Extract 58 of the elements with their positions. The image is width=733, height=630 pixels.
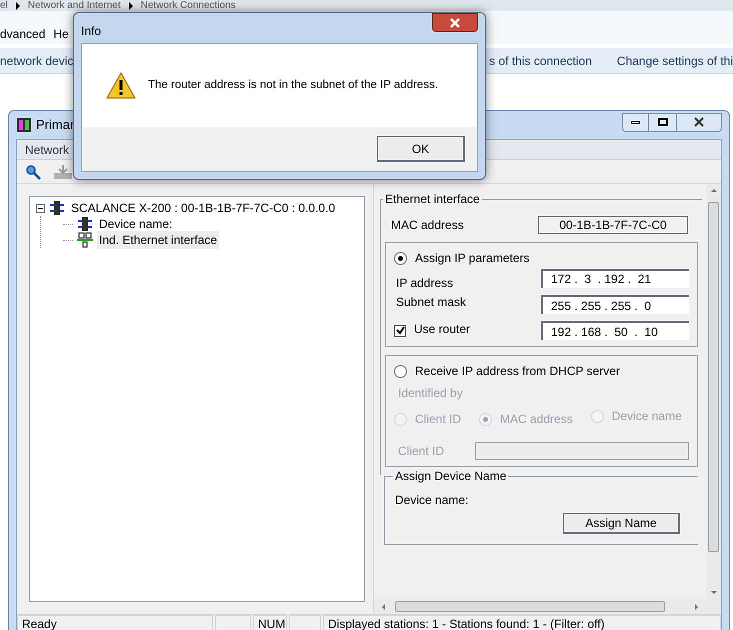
checkbox-label[interactable]: Use router	[414, 320, 470, 338]
radio-button[interactable]	[394, 252, 407, 264]
identified-by-label: Identified by	[397, 385, 464, 402]
ok-button[interactable]: OK	[377, 136, 465, 162]
warning-icon	[106, 72, 136, 99]
subnet-mask-field[interactable]: 255 . 255 . 255 . 0	[541, 295, 689, 314]
group-title: Assign Device Name	[394, 468, 508, 485]
ip-address-field[interactable]: 172 . 3 . 192 . 21	[541, 268, 689, 288]
vertical-scrollbar[interactable]	[706, 184, 721, 599]
checkbox[interactable]	[394, 324, 406, 336]
close-icon	[694, 117, 704, 127]
status-text: NUM	[253, 615, 287, 630]
field-label: Client ID	[397, 443, 444, 460]
tree-item[interactable]: Device name:	[97, 215, 174, 233]
field-label: Device name:	[394, 492, 470, 509]
toolbar-link[interactable]: s of this connection	[489, 52, 617, 70]
search-icon[interactable]	[25, 164, 41, 180]
scroll-left-icon[interactable]	[382, 604, 385, 610]
scroll-thumb[interactable]	[395, 601, 665, 612]
close-button[interactable]	[676, 112, 722, 132]
maximize-button[interactable]	[649, 112, 676, 132]
network-icon	[77, 232, 93, 248]
tree-item[interactable]: SCALANCE X-200 : 00-1B-1B-7F-7C-C0 : 0.0.0.0	[69, 199, 338, 217]
download-icon[interactable]	[53, 164, 73, 180]
menu-item[interactable]: dvanced	[0, 25, 46, 43]
collapse-toggle[interactable]	[36, 204, 45, 212]
breadcrumb-item[interactable]: el	[0, 0, 8, 11]
field-label: MAC address	[391, 217, 464, 234]
scroll-down-icon[interactable]	[710, 591, 716, 594]
dialog-title: Info	[81, 23, 102, 40]
status-text: Ready	[17, 615, 213, 630]
app-icon	[16, 117, 32, 133]
menu-item[interactable]: Network	[21, 140, 74, 158]
device-icon	[49, 200, 65, 216]
scroll-thumb[interactable]	[708, 202, 719, 552]
breadcrumb-item[interactable]: Network and Internet	[28, 0, 121, 11]
minimize-button[interactable]	[622, 112, 649, 132]
scroll-right-icon[interactable]	[695, 604, 698, 610]
horizontal-scrollbar[interactable]	[374, 599, 721, 614]
breadcrumb-item[interactable]: Network Connections	[140, 0, 236, 11]
check-icon	[396, 326, 404, 335]
field-label: IP address	[395, 275, 454, 292]
menu-item[interactable]: He	[53, 25, 69, 43]
field-label: Subnet mask	[395, 294, 466, 310]
mac-address-field: 00-1B-1B-7F-7C-C0	[538, 216, 688, 234]
close-button[interactable]	[432, 13, 478, 32]
device-icon	[77, 216, 93, 232]
assign-name-button[interactable]: Assign Name	[563, 513, 680, 534]
toolbar-link[interactable]: Change settings of thi	[616, 52, 733, 70]
router-address-field[interactable]: 192 . 168 . 50 . 10	[541, 321, 689, 340]
scroll-up-icon[interactable]	[710, 189, 716, 192]
window-title: Primar	[36, 116, 74, 134]
dialog-message: The router address is not in the subnet of the IP address.	[148, 78, 438, 93]
status-text: Displayed stations: 1 - Stations found: 1 - (Filter: off)	[323, 615, 721, 630]
close-icon	[450, 18, 460, 28]
group-title: Ethernet interface	[384, 191, 481, 208]
tree-item[interactable]: Ind. Ethernet interface	[97, 231, 220, 249]
radio-label[interactable]: Assign IP parameters	[415, 249, 530, 267]
